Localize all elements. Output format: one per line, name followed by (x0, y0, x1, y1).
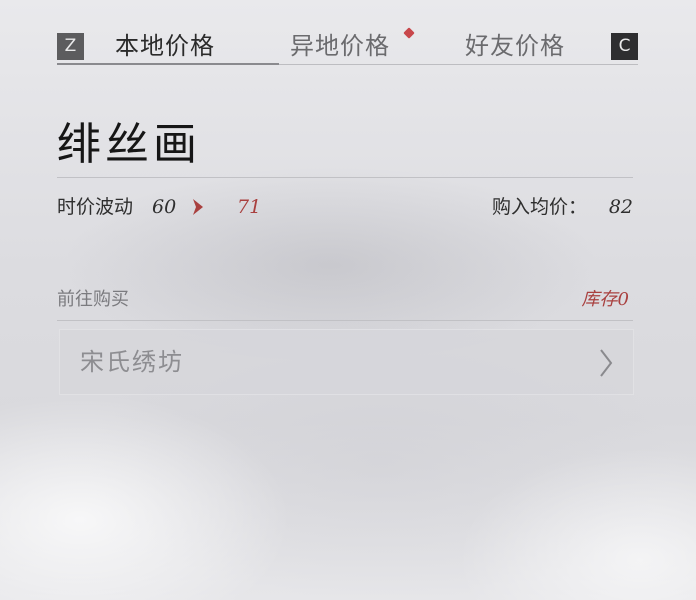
tab-remote-price[interactable]: 异地价格 (290, 28, 390, 64)
notification-dot-icon (403, 27, 415, 39)
active-tab-indicator (57, 63, 279, 65)
price-info-row: 时价波动 60 71 购入均价： 82 (57, 194, 633, 220)
shop-list-item[interactable]: 宋氏绣坊 (59, 329, 634, 395)
purchase-section-header: 前往购买 库存0 (57, 287, 633, 313)
shop-name: 宋氏绣坊 (80, 348, 184, 376)
stock-count: 库存0 (581, 289, 629, 310)
fluctuation-to-value: 71 (237, 196, 262, 218)
tab-friend-price[interactable]: 好友价格 (465, 28, 565, 64)
tab-local-price[interactable]: 本地价格 (115, 28, 215, 64)
chevron-right-icon (600, 349, 613, 377)
avg-buy-label: 购入均价： (491, 196, 587, 218)
title-divider (57, 177, 633, 178)
fluctuation-label: 时价波动 (57, 196, 134, 218)
prev-tab-key-hint[interactable]: Z (57, 33, 84, 60)
item-name: 绯丝画 (57, 119, 201, 170)
avg-buy-value: 82 (608, 196, 633, 218)
next-tab-key-hint[interactable]: C (611, 33, 638, 60)
go-buy-label: 前往购买 (57, 289, 129, 310)
section-divider (57, 320, 633, 321)
chevron-right-icon (193, 199, 203, 215)
fluctuation-from-value: 60 (152, 196, 177, 218)
price-tab-bar: Z 本地价格 异地价格 好友价格 C (57, 27, 638, 66)
